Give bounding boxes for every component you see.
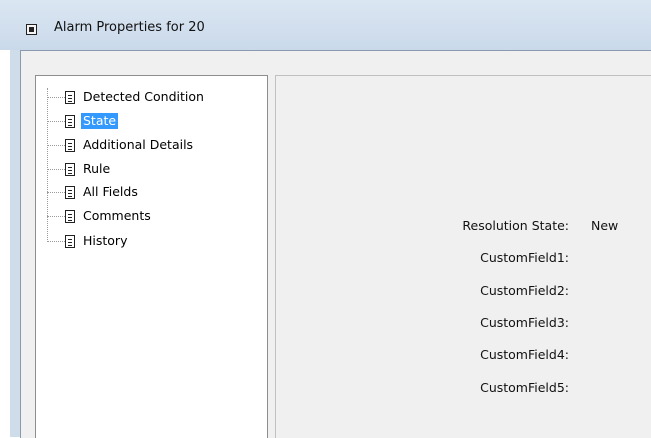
window-title: Alarm Properties for 20	[54, 20, 205, 35]
tree-item-label: Comments	[83, 208, 151, 223]
custom-field-3-label: CustomField3:	[480, 315, 569, 330]
tree-item-history[interactable]: History	[47, 232, 129, 250]
system-menu-icon[interactable]	[26, 24, 37, 35]
tree-item-label: Detected Condition	[83, 89, 204, 104]
tree-item-detected-condition[interactable]: Detected Condition	[47, 88, 206, 106]
tree-branch-line	[47, 144, 65, 146]
tree-item-comments[interactable]: Comments	[47, 207, 153, 225]
alarm-properties-window: Alarm Properties for 20 Detected Conditi…	[0, 0, 651, 438]
tree-branch-line	[47, 215, 65, 217]
tree-branch-line	[47, 168, 65, 170]
document-icon	[65, 162, 75, 176]
tree-item-label: All Fields	[83, 184, 138, 199]
document-icon	[65, 234, 75, 248]
window-frame-left	[10, 50, 20, 437]
resolution-state-label: Resolution State:	[462, 218, 569, 233]
document-icon	[65, 209, 75, 223]
tree-item-rule[interactable]: Rule	[47, 160, 112, 178]
tree-item-all-fields[interactable]: All Fields	[47, 183, 140, 201]
tree-item-label: State	[81, 113, 119, 129]
tree-item-state[interactable]: State	[47, 112, 119, 130]
resolution-state-value: New	[591, 218, 619, 233]
tree-branch-line	[47, 96, 65, 98]
tree-item-label: History	[83, 233, 128, 248]
custom-field-1-label: CustomField1:	[480, 250, 569, 265]
document-icon	[65, 138, 75, 152]
title-bar[interactable]: Alarm Properties for 20	[0, 0, 651, 50]
tree-branch-line	[47, 120, 65, 122]
custom-field-5-label: CustomField5:	[480, 380, 569, 395]
tree-item-additional-details[interactable]: Additional Details	[47, 136, 195, 154]
document-icon	[65, 114, 75, 128]
tree-branch-line	[47, 240, 65, 242]
tree-branch-line	[47, 191, 65, 193]
document-icon	[65, 185, 75, 199]
tree-item-label: Additional Details	[83, 137, 194, 152]
custom-field-4-label: CustomField4:	[480, 347, 569, 362]
tree-item-label: Rule	[83, 161, 111, 176]
document-icon	[65, 90, 75, 104]
custom-field-2-label: CustomField2:	[480, 283, 569, 298]
state-details-panel	[275, 75, 651, 438]
